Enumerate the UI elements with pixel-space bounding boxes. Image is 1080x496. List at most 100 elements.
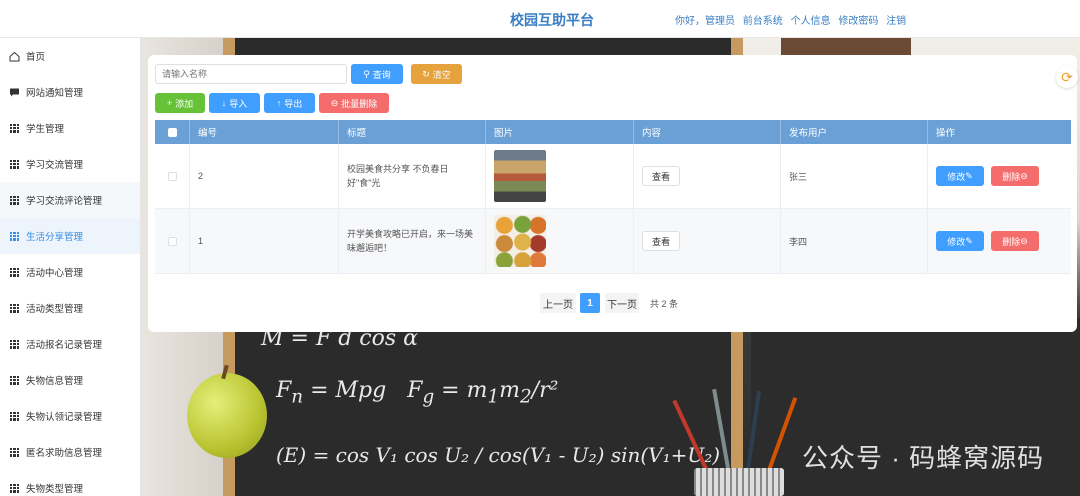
view-content-button[interactable]: 查看: [642, 231, 680, 251]
grid-icon: [9, 195, 20, 206]
export-label: 导出: [284, 98, 303, 109]
site-title: 校园互助平台: [510, 12, 594, 28]
sidebar-item-home[interactable]: 首页: [0, 38, 140, 74]
column-header-title[interactable]: 标题: [339, 120, 486, 144]
minus-circle-icon: ⊖: [1020, 235, 1028, 246]
cell-title: 校园美食共分享 不负春日好"食"光: [339, 144, 486, 208]
sidebar-item-label: 活动类型管理: [26, 304, 84, 315]
next-page-button[interactable]: 下一页: [605, 293, 639, 313]
prev-page-button[interactable]: 上一页: [540, 293, 576, 313]
cell-image: [486, 144, 634, 208]
row-checkbox[interactable]: [167, 171, 177, 181]
food-thumbnail[interactable]: [494, 150, 546, 202]
grid-icon: [9, 123, 20, 134]
cell-id: 2: [190, 144, 339, 208]
row-checkbox[interactable]: [167, 236, 177, 246]
delete-button[interactable]: 删除 ⊖: [991, 231, 1039, 251]
cell-user: 李四: [781, 209, 928, 273]
sidebar-item-lost-claims[interactable]: 失物认领记录管理: [0, 398, 140, 434]
grid-icon: [9, 375, 20, 386]
sidebar-item-study-exchange[interactable]: 学习交流管理: [0, 146, 140, 182]
grid-icon: [9, 483, 20, 494]
edit-icon: ✎: [965, 170, 973, 181]
apple-illustration: [187, 373, 267, 458]
edit-label: 修改: [947, 236, 966, 247]
cell-actions: 修改 ✎ 删除 ⊖: [928, 209, 1071, 273]
import-button[interactable]: ↓ 导入: [209, 93, 260, 113]
search-input[interactable]: [155, 64, 347, 84]
grid-icon: [9, 339, 20, 350]
cell-actions: 修改 ✎ 删除 ⊖: [928, 144, 1071, 208]
column-header-id[interactable]: 编号: [190, 120, 339, 144]
sidebar-item-label: 学习交流管理: [26, 160, 84, 171]
grid-icon: [9, 411, 20, 422]
select-all-cell: [155, 120, 190, 144]
minus-circle-icon: ⊖: [1020, 170, 1028, 181]
add-button[interactable]: + 添加: [155, 93, 205, 113]
batch-delete-button[interactable]: ⊖ 批量删除: [319, 93, 389, 113]
sidebar-item-lost-items[interactable]: 失物信息管理: [0, 362, 140, 398]
clear-label: 清空: [432, 69, 451, 80]
sidebar-item-lost-types[interactable]: 失物类型管理: [0, 470, 140, 496]
sidebar-item-anonymous-help[interactable]: 匿名求助信息管理: [0, 434, 140, 470]
sidebar-item-label: 活动报名记录管理: [26, 340, 103, 351]
cell-image: [486, 209, 634, 273]
table-row: 2 校园美食共分享 不负春日好"食"光 查看 张三 修改 ✎ 删除 ⊖: [155, 144, 1071, 209]
cell-id: 1: [190, 209, 339, 273]
column-header-user[interactable]: 发布用户: [781, 120, 928, 144]
select-all-checkbox[interactable]: [167, 127, 177, 137]
query-button[interactable]: ⚲ 查询: [351, 64, 403, 84]
page-number-current[interactable]: 1: [580, 293, 600, 313]
sidebar-item-study-comments[interactable]: 学习交流评论管理: [0, 182, 140, 218]
message-icon: [9, 87, 20, 98]
plus-icon: +: [166, 98, 173, 108]
sidebar-item-activity-center[interactable]: 活动中心管理: [0, 254, 140, 290]
row-select-cell: [155, 209, 190, 273]
sidebar-item-label: 学生管理: [26, 124, 65, 135]
chalk-formula: Fn = Mpg Fg = m1m2/r²: [276, 378, 559, 408]
sidebar: 首页 网站通知管理 学生管理 学习交流管理 学习交流评论管理 生活分享管理 活动…: [0, 38, 141, 496]
column-header-content[interactable]: 内容: [634, 120, 781, 144]
change-password-link[interactable]: 修改密码: [838, 16, 878, 27]
cell-content: 查看: [634, 144, 781, 208]
sidebar-item-label: 失物类型管理: [26, 484, 84, 495]
home-icon: [9, 51, 20, 62]
batch-delete-label: 批量删除: [341, 98, 378, 109]
arrow-up-icon: ↑: [276, 98, 282, 108]
edit-button[interactable]: 修改 ✎: [936, 231, 984, 251]
view-content-button[interactable]: 查看: [642, 166, 680, 186]
cell-title: 开学美食攻略已开启，来一场美味邂逅吧！: [339, 209, 486, 273]
sidebar-item-label: 匿名求助信息管理: [26, 448, 103, 459]
export-button[interactable]: ↑ 导出: [264, 93, 315, 113]
sidebar-item-notices[interactable]: 网站通知管理: [0, 74, 140, 110]
profile-link[interactable]: 个人信息: [791, 16, 831, 27]
grid-icon: [9, 159, 20, 170]
column-header-actions: 操作: [936, 128, 956, 139]
sidebar-item-activity-types[interactable]: 活动类型管理: [0, 290, 140, 326]
column-header-image[interactable]: 图片: [486, 120, 634, 144]
query-label: 查询: [372, 69, 391, 80]
cell-user: 张三: [781, 144, 928, 208]
sidebar-item-activity-signups[interactable]: 活动报名记录管理: [0, 326, 140, 362]
sidebar-item-label: 失物信息管理: [26, 376, 84, 387]
table-header: 编号 标题 图片 内容 发布用户 操作: [155, 120, 1071, 144]
frontend-link[interactable]: 前台系统: [743, 16, 783, 27]
grid-icon: [9, 267, 20, 278]
clear-button[interactable]: ↻ 清空: [411, 64, 462, 84]
sidebar-item-label: 活动中心管理: [26, 268, 84, 279]
delete-button[interactable]: 删除 ⊖: [991, 166, 1039, 186]
header-links: 你好，管理员 前台系统 个人信息 修改密码 注销: [675, 12, 911, 27]
edit-button[interactable]: 修改 ✎: [936, 166, 984, 186]
sidebar-item-life-share[interactable]: 生活分享管理: [0, 218, 140, 254]
table-row: 1 开学美食攻略已开启，来一场美味邂逅吧！ 查看 李四 修改 ✎ 删除 ⊖: [155, 209, 1071, 274]
cell-content: 查看: [634, 209, 781, 273]
food-thumbnail[interactable]: [494, 215, 546, 267]
data-table: 编号 标题 图片 内容 发布用户 操作 2 校园美食共分享 不负春日好"食"光 …: [155, 120, 1071, 274]
sidebar-item-label: 网站通知管理: [26, 88, 84, 99]
edit-label: 修改: [947, 171, 966, 182]
sidebar-item-label: 生活分享管理: [26, 232, 84, 243]
settings-float-icon[interactable]: ⟳: [1056, 66, 1078, 88]
logout-link[interactable]: 注销: [886, 16, 906, 27]
pencil-cup: [694, 468, 784, 496]
sidebar-item-students[interactable]: 学生管理: [0, 110, 140, 146]
